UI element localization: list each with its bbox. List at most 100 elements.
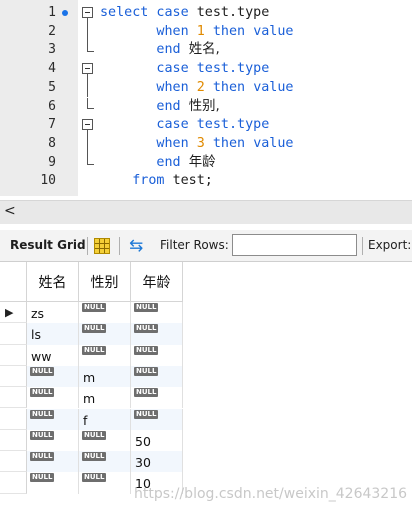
cell-gender[interactable]: m (79, 387, 131, 409)
code-text[interactable]: from test; (100, 172, 213, 191)
code-line[interactable]: 8 when 3 then value (0, 134, 412, 154)
table-row[interactable]: NULL m NULL (0, 387, 184, 409)
row-selector[interactable] (0, 365, 27, 388)
code-line[interactable]: 4 case test.type (0, 60, 412, 79)
cell-age[interactable]: NULL (131, 408, 183, 430)
code-token: 1 (196, 23, 205, 39)
export-button[interactable]: Export: (368, 238, 411, 252)
table-row[interactable]: NULL NULL 30 (0, 451, 184, 473)
refresh-icon[interactable]: ⇆ (129, 236, 143, 256)
fold-guide-line (87, 97, 88, 108)
cell-name[interactable]: zs (27, 302, 79, 324)
code-line[interactable]: 5 when 2 then value (0, 78, 412, 98)
cell-name[interactable]: NULL (27, 451, 79, 473)
sql-editor[interactable]: 1 select case test.type 2 when 1 then valu… (0, 0, 412, 196)
cell-gender[interactable]: NULL (79, 429, 131, 452)
filter-rows-input[interactable] (232, 234, 357, 256)
cell-name[interactable]: ww (27, 344, 79, 366)
code-line[interactable]: 2 when 1 then value (0, 22, 412, 42)
code-line[interactable]: 1 select case test.type (0, 4, 412, 23)
fold-guide-line (87, 78, 88, 98)
row-selector[interactable] (0, 451, 27, 473)
cell-gender[interactable]: NULL (79, 344, 131, 366)
row-selector[interactable] (0, 429, 27, 452)
cell-name[interactable]: ls (27, 323, 79, 345)
cell-age[interactable]: 50 (131, 429, 183, 452)
code-text[interactable]: case test.type (100, 60, 269, 79)
row-selector[interactable] (0, 472, 27, 494)
table-row[interactable]: NULL NULL 50 (0, 429, 184, 452)
line-number: 3 (48, 42, 56, 58)
cell-gender[interactable]: NULL (79, 302, 131, 324)
code-text[interactable]: end 年龄 (100, 154, 215, 173)
row-selector[interactable] (0, 344, 27, 366)
cell-name[interactable]: NULL (27, 472, 79, 494)
null-badge: NULL (82, 452, 107, 462)
code-text[interactable]: when 2 then value (100, 79, 294, 98)
grid-header-row: 姓名 性别 年龄 (0, 262, 184, 302)
column-header-name[interactable]: 姓名 (27, 262, 79, 302)
breakpoint-dot-icon[interactable] (62, 10, 68, 16)
table-row[interactable]: NULL m NULL (0, 365, 184, 388)
fold-toggle-icon[interactable] (82, 63, 93, 75)
column-header-gender[interactable]: 性别 (79, 262, 131, 302)
code-token: then (204, 79, 254, 95)
cell-gender[interactable]: f (79, 408, 131, 430)
cell-age[interactable]: 30 (131, 451, 183, 473)
fold-toggle-icon[interactable] (82, 7, 93, 18)
cell-gender[interactable]: NULL (79, 451, 131, 473)
code-token: from (100, 173, 173, 189)
code-token: value (253, 79, 294, 95)
null-badge: NULL (134, 303, 159, 312)
row-selector[interactable] (0, 387, 27, 409)
row-selector-header[interactable] (0, 262, 27, 302)
code-line[interactable]: 3 end 姓名, (0, 41, 412, 60)
cell-name[interactable]: NULL (27, 365, 79, 388)
cell-age[interactable]: NULL (131, 323, 183, 345)
code-text[interactable]: end 性别, (100, 98, 219, 117)
cell-value: 30 (135, 455, 151, 471)
grid-table-icon[interactable] (94, 238, 110, 254)
code-text[interactable]: when 3 then value (100, 135, 293, 154)
scroll-left-arrow[interactable]: < (4, 203, 16, 219)
cell-gender[interactable]: m (79, 365, 131, 388)
table-row[interactable]: ls NULL NULL (0, 323, 184, 345)
fold-toggle-icon[interactable] (82, 119, 93, 131)
code-text[interactable]: end 姓名, (100, 41, 219, 60)
fold-guide-line (87, 153, 88, 164)
cell-age[interactable]: NULL (131, 344, 183, 366)
filter-rows-label: Filter Rows: (160, 238, 229, 252)
row-selector[interactable]: ▶ (0, 302, 27, 324)
horizontal-scrollbar[interactable]: < (0, 200, 412, 224)
code-line[interactable]: 9 end 年龄 (0, 153, 412, 173)
cell-name[interactable]: NULL (27, 387, 79, 409)
cell-age[interactable]: NULL (131, 365, 183, 388)
result-grid[interactable]: 姓名 性别 年龄 ▶ zs NULL NULL ls NULL NULL ww NULL NULL… (0, 262, 412, 515)
line-number: 8 (48, 135, 56, 151)
table-row[interactable]: ▶ zs NULL NULL (0, 302, 184, 324)
code-token: case (100, 61, 197, 77)
code-text[interactable]: when 1 then value (100, 23, 293, 42)
cell-value: ww (31, 348, 52, 364)
row-selector[interactable] (0, 408, 27, 430)
cell-gender[interactable]: NULL (79, 472, 131, 494)
cell-name[interactable]: NULL (27, 408, 79, 430)
code-line[interactable]: 6 end 性别, (0, 97, 412, 117)
code-text[interactable]: case test.type (100, 116, 269, 135)
null-badge: NULL (82, 303, 107, 312)
row-selector[interactable] (0, 323, 27, 345)
cell-age[interactable]: NULL (131, 302, 183, 324)
table-row[interactable]: NULL f NULL (0, 408, 184, 430)
code-line[interactable]: 10 from test; (0, 172, 412, 191)
code-token: case (100, 117, 197, 133)
column-header-age[interactable]: 年龄 (131, 262, 183, 302)
cell-name[interactable]: NULL (27, 429, 79, 452)
result-grid-tab[interactable]: Result Grid (10, 238, 86, 252)
code-text[interactable]: select case test.type (100, 4, 269, 23)
fold-guide-line (87, 134, 88, 154)
cell-gender[interactable]: NULL (79, 323, 131, 345)
cell-age[interactable]: NULL (131, 387, 183, 409)
table-row[interactable]: ww NULL NULL (0, 344, 184, 366)
code-token: end (100, 98, 189, 114)
code-line[interactable]: 7 case test.type (0, 116, 412, 135)
